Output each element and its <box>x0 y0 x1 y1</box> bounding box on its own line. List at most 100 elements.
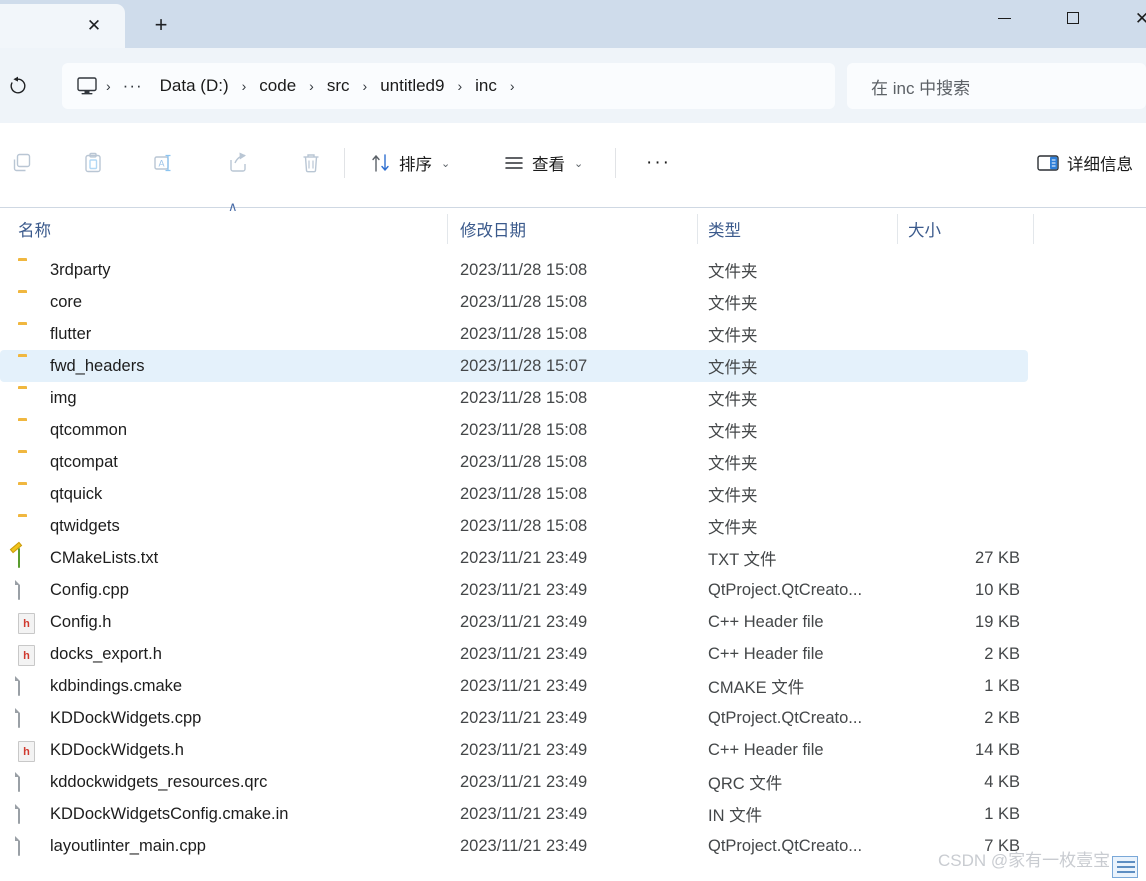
details-pane-button[interactable]: 详细信息 <box>1028 142 1141 184</box>
breadcrumb-separator[interactable]: › <box>359 78 372 94</box>
generic-file-icon <box>18 580 39 600</box>
table-row[interactable]: qtquick 2023/11/28 15:08 文件夹 <box>0 478 1146 510</box>
breadcrumb-item-drive[interactable]: Data (D:) <box>151 76 238 96</box>
window-close-button[interactable]: ✕ <box>1119 0 1146 36</box>
file-name-label: qtcommon <box>50 420 128 439</box>
file-name-cell[interactable]: layoutlinter_main.cpp <box>18 836 206 856</box>
generic-file-icon <box>18 772 39 792</box>
address-bar[interactable]: › ··· Data (D:) › code › src › untitled9… <box>62 63 835 109</box>
file-name-cell[interactable]: CMakeLists.txt <box>18 548 158 568</box>
file-type-cell: 文件夹 <box>708 263 758 281</box>
file-name-cell[interactable]: h docks_export.h <box>18 645 162 666</box>
delete-button[interactable] <box>289 142 333 184</box>
table-row[interactable]: Config.cpp 2023/11/21 23:49 QtProject.QtCr… <box>0 574 1146 606</box>
column-header-row: 名称 修改日期 类型 大小 <box>0 207 1146 249</box>
header-file-icon: h <box>18 613 39 634</box>
this-pc-icon[interactable] <box>76 76 98 96</box>
table-row[interactable]: kddockwidgets_resources.qrc 2023/11/21 23… <box>0 766 1146 798</box>
minimize-icon <box>997 17 1011 19</box>
file-date-cell: 2023/11/21 23:49 <box>460 772 588 791</box>
file-name-cell[interactable]: h Config.h <box>18 613 111 634</box>
breadcrumb-overflow[interactable]: ··· <box>115 76 151 96</box>
table-row[interactable]: h docks_export.h 2023/11/21 23:49 C++ Heade… <box>0 638 1146 670</box>
new-tab-button[interactable]: + <box>148 12 174 38</box>
file-date-cell: 2023/11/21 23:49 <box>460 676 588 695</box>
file-name-cell[interactable]: qtquick <box>18 485 102 504</box>
breadcrumb-separator[interactable]: › <box>506 78 519 94</box>
copy-button[interactable] <box>0 142 44 184</box>
file-list[interactable]: 3rdparty 2023/11/28 15:08 文件夹 core 2023/11/2… <box>0 254 1146 862</box>
file-name-cell[interactable]: flutter <box>18 325 91 344</box>
table-row[interactable]: fwd_headers 2023/11/28 15:07 文件夹 <box>0 350 1146 382</box>
file-name-label: qtcompat <box>50 452 118 471</box>
search-box[interactable]: 在 inc 中搜索 <box>847 63 1146 109</box>
details-pane-icon <box>1037 155 1059 171</box>
table-row[interactable]: kdbindings.cmake 2023/11/21 23:49 CMAKE 文件… <box>0 670 1146 702</box>
file-name-cell[interactable]: KDDockWidgets.cpp <box>18 708 201 728</box>
column-divider[interactable] <box>447 214 448 244</box>
file-name-cell[interactable]: h KDDockWidgets.h <box>18 741 184 762</box>
generic-file-icon <box>18 804 39 824</box>
file-name-cell[interactable]: kdbindings.cmake <box>18 676 182 696</box>
file-date-cell: 2023/11/21 23:49 <box>460 644 588 663</box>
file-name-cell[interactable]: Config.cpp <box>18 580 129 600</box>
table-row[interactable]: KDDockWidgetsConfig.cmake.in 2023/11/21 2… <box>0 798 1146 830</box>
table-row[interactable]: KDDockWidgets.cpp 2023/11/21 23:49 QtProje… <box>0 702 1146 734</box>
sort-button[interactable]: 排序 ⌄ <box>362 142 458 184</box>
column-header-type[interactable]: 类型 <box>708 208 741 250</box>
breadcrumb-separator[interactable]: › <box>305 78 318 94</box>
folder-icon <box>18 485 39 503</box>
breadcrumb-separator[interactable]: › <box>102 78 115 94</box>
tab-active[interactable] <box>0 4 125 48</box>
table-row[interactable]: flutter 2023/11/28 15:08 文件夹 <box>0 318 1146 350</box>
file-name-cell[interactable]: 3rdparty <box>18 261 111 280</box>
file-name-label: KDDockWidgetsConfig.cmake.in <box>50 804 289 823</box>
file-name-cell[interactable]: img <box>18 389 77 408</box>
table-row[interactable]: qtcompat 2023/11/28 15:08 文件夹 <box>0 446 1146 478</box>
view-button[interactable]: 查看 ⌄ <box>495 142 591 184</box>
file-name-cell[interactable]: qtcompat <box>18 453 118 472</box>
column-header-date[interactable]: 修改日期 <box>460 208 526 250</box>
column-divider[interactable] <box>1033 214 1034 244</box>
file-type-cell: QtProject.QtCreato... <box>708 836 863 855</box>
table-row[interactable]: img 2023/11/28 15:08 文件夹 <box>0 382 1146 414</box>
file-date-cell: 2023/11/21 23:49 <box>460 580 588 599</box>
file-name-cell[interactable]: qtcommon <box>18 421 127 440</box>
rename-button[interactable]: A <box>143 142 187 184</box>
file-type-cell: 文件夹 <box>708 295 758 313</box>
file-type-cell: C++ Header file <box>708 740 824 759</box>
refresh-button[interactable] <box>0 69 36 103</box>
search-input-placeholder[interactable]: 在 inc 中搜索 <box>871 74 970 99</box>
breadcrumb-item-inc[interactable]: inc <box>466 76 506 96</box>
breadcrumb-item-src[interactable]: src <box>318 76 359 96</box>
column-header-name[interactable]: 名称 <box>18 208 51 250</box>
breadcrumb-item-code[interactable]: code <box>250 76 305 96</box>
breadcrumb-item-untitled9[interactable]: untitled9 <box>371 76 453 96</box>
breadcrumb-separator[interactable]: › <box>238 78 251 94</box>
file-name-cell[interactable]: KDDockWidgetsConfig.cmake.in <box>18 804 289 824</box>
table-row[interactable]: 3rdparty 2023/11/28 15:08 文件夹 <box>0 254 1146 286</box>
column-divider[interactable] <box>897 214 898 244</box>
file-name-cell[interactable]: kddockwidgets_resources.qrc <box>18 772 267 792</box>
column-divider[interactable] <box>697 214 698 244</box>
file-name-cell[interactable]: qtwidgets <box>18 517 120 536</box>
file-name-cell[interactable]: fwd_headers <box>18 357 144 376</box>
watermark-badge-icon <box>1112 856 1138 878</box>
close-icon: ✕ <box>1134 8 1146 28</box>
table-row[interactable]: CMakeLists.txt 2023/11/21 23:49 TXT 文件 27 K… <box>0 542 1146 574</box>
tab-close-icon[interactable]: ✕ <box>82 14 106 36</box>
column-header-size[interactable]: 大小 <box>908 208 941 250</box>
table-row[interactable]: qtwidgets 2023/11/28 15:08 文件夹 <box>0 510 1146 542</box>
paste-button[interactable] <box>71 142 115 184</box>
table-row[interactable]: core 2023/11/28 15:08 文件夹 <box>0 286 1146 318</box>
window-minimize-button[interactable] <box>981 0 1027 36</box>
file-name-cell[interactable]: core <box>18 293 82 312</box>
share-button[interactable] <box>216 142 260 184</box>
table-row[interactable]: qtcommon 2023/11/28 15:08 文件夹 <box>0 414 1146 446</box>
more-options-button[interactable]: ··· <box>638 142 679 184</box>
window-maximize-button[interactable] <box>1050 0 1096 36</box>
table-row[interactable]: h KDDockWidgets.h 2023/11/21 23:49 C++ Head… <box>0 734 1146 766</box>
table-row[interactable]: h Config.h 2023/11/21 23:49 C++ Header file… <box>0 606 1146 638</box>
breadcrumb-separator[interactable]: › <box>453 78 466 94</box>
file-type-cell: 文件夹 <box>708 519 758 537</box>
